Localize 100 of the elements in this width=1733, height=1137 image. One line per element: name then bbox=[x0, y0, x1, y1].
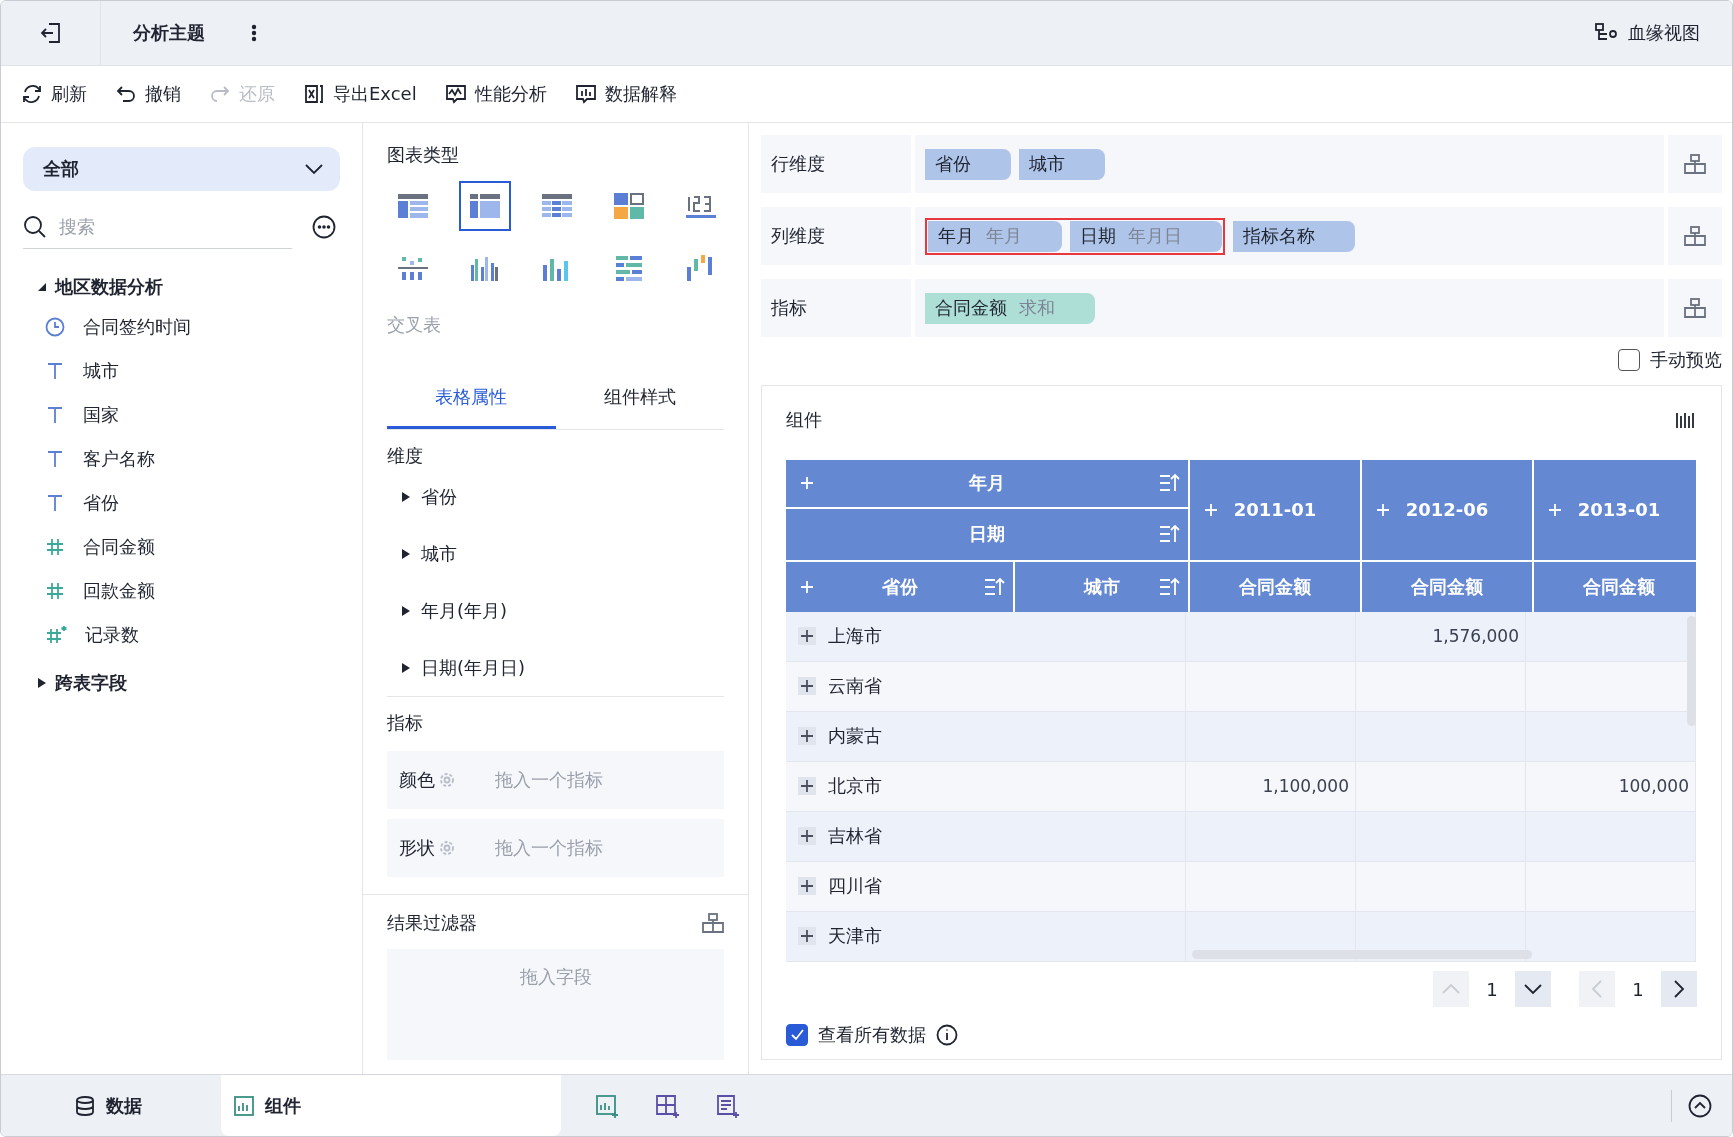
field-item[interactable]: 回款金额 bbox=[83, 579, 155, 603]
shelf-drop-area[interactable]: 省份 城市 bbox=[915, 135, 1664, 193]
property-tab[interactable]: 表格属性 bbox=[387, 367, 556, 429]
measure-chip[interactable]: 合同金额 求和 bbox=[925, 292, 1095, 324]
expand-row-button[interactable] bbox=[798, 827, 816, 846]
search-field[interactable]: 搜索 bbox=[57, 215, 237, 238]
toolbar-button[interactable]: 数据解释 bbox=[574, 82, 677, 106]
header-cell: 2011-01 bbox=[1190, 459, 1360, 560]
row-page-number: 1 bbox=[1485, 978, 1499, 1000]
property-tab[interactable]: 组件样式 bbox=[555, 367, 724, 429]
toolbar-button[interactable]: 导出Excel bbox=[303, 82, 417, 106]
expand-row-button[interactable] bbox=[798, 627, 816, 646]
bottom-tab[interactable]: 数据 bbox=[1, 1075, 221, 1136]
shelf-settings-button[interactable] bbox=[1668, 135, 1722, 193]
chevron-down-icon bbox=[1523, 983, 1543, 995]
dimension-item[interactable]: 省份 bbox=[421, 484, 457, 509]
row-header-cell: 云南省 bbox=[828, 674, 882, 699]
shelf-settings-button[interactable] bbox=[1668, 207, 1722, 265]
toolbar-button[interactable]: 性能分析 bbox=[444, 82, 547, 106]
field-item[interactable]: 客户名称 bbox=[83, 447, 155, 471]
dimension-item[interactable]: 城市 bbox=[421, 541, 457, 566]
row-header-cell: 天津市 bbox=[828, 924, 882, 949]
info-icon bbox=[936, 1024, 958, 1046]
page-down-button[interactable] bbox=[1515, 971, 1551, 1007]
row-header-cell: 四川省 bbox=[828, 874, 882, 899]
vertical-dots-icon bbox=[251, 24, 257, 42]
expand-row-button[interactable] bbox=[798, 777, 816, 796]
manual-preview-checkbox[interactable]: 手动预览 bbox=[1618, 348, 1722, 372]
collapse-triangle-icon[interactable] bbox=[37, 282, 47, 292]
plus-icon bbox=[800, 829, 814, 844]
toolbar-button[interactable]: 刷新 bbox=[21, 82, 87, 106]
expand-row-button[interactable] bbox=[798, 727, 816, 746]
tree-group-label[interactable]: 地区数据分析 bbox=[55, 275, 163, 299]
shelf-drop-area[interactable]: 合同金额 求和 bbox=[915, 279, 1664, 337]
field-item[interactable]: 记录数 bbox=[85, 623, 139, 647]
field-item[interactable]: 合同金额 bbox=[83, 535, 155, 559]
measure-slot[interactable]: 形状 拖入一个指标 bbox=[387, 819, 724, 877]
exit-arrow-icon bbox=[38, 21, 63, 45]
refresh-icon bbox=[21, 83, 43, 105]
page-right-button[interactable] bbox=[1661, 971, 1697, 1007]
chevron-right-icon bbox=[1673, 979, 1685, 999]
bar-chart-comment-icon bbox=[574, 83, 597, 105]
gear-icon bbox=[439, 772, 455, 788]
hierarchy-icon bbox=[702, 913, 724, 933]
expand-row-button[interactable] bbox=[798, 877, 816, 896]
field-item[interactable]: 国家 bbox=[83, 403, 119, 427]
chevron-up-circle-icon bbox=[1688, 1093, 1712, 1118]
header-cell: 年月 bbox=[786, 459, 1188, 507]
chevron-up-icon bbox=[1441, 983, 1461, 995]
section-title: 图表类型 bbox=[387, 143, 460, 167]
expand-triangle-icon[interactable] bbox=[401, 490, 411, 503]
bottom-tab[interactable]: 组件 bbox=[221, 1075, 561, 1136]
plus-icon bbox=[800, 579, 814, 594]
scope-dropdown[interactable]: 全部 bbox=[23, 147, 340, 191]
sort-icon bbox=[1158, 473, 1180, 494]
tree-group-label[interactable]: 跨表字段 bbox=[55, 671, 127, 695]
sort-icon bbox=[1158, 524, 1180, 545]
page-title: 分析主题 bbox=[133, 21, 205, 45]
shelf-settings-button[interactable] bbox=[1668, 279, 1722, 337]
expand-triangle-icon[interactable] bbox=[401, 604, 411, 617]
expand-triangle-icon[interactable] bbox=[401, 547, 411, 560]
toolbar-button[interactable]: 撤销 bbox=[115, 82, 181, 106]
lineage-view-button[interactable]: 血缘视图 bbox=[1588, 20, 1706, 46]
shelf-drop-area[interactable]: 年月 年月 日期 年月日 指标名称 bbox=[915, 207, 1664, 265]
value-cell: 1,576,000 bbox=[1432, 626, 1519, 647]
dimension-item[interactable]: 年月(年月) bbox=[421, 598, 508, 623]
field-item[interactable]: 省份 bbox=[83, 491, 119, 515]
header-cell: 合同金额 bbox=[1534, 561, 1696, 612]
expand-row-button[interactable] bbox=[798, 927, 816, 946]
measure-slot[interactable]: 颜色 拖入一个指标 bbox=[387, 751, 724, 809]
dimension-chip[interactable]: 省份 bbox=[925, 148, 1011, 180]
field-item[interactable]: 城市 bbox=[83, 359, 119, 383]
header-cell: 城市 bbox=[1015, 561, 1188, 612]
section-title: 结果过滤器 bbox=[387, 911, 477, 935]
expand-triangle-icon[interactable] bbox=[401, 661, 411, 674]
dimension-chip[interactable]: 日期 年月日 bbox=[1070, 220, 1222, 252]
bar-chart-icon bbox=[233, 1094, 255, 1117]
plus-icon bbox=[800, 679, 814, 694]
field-item[interactable]: 合同签约时间 bbox=[83, 315, 191, 339]
text-type-icon bbox=[45, 405, 65, 425]
hierarchy-icon bbox=[1684, 298, 1706, 318]
expand-triangle-icon[interactable] bbox=[37, 677, 47, 689]
vertical-scrollbar[interactable] bbox=[1687, 615, 1696, 726]
value-cell: 1,100,000 bbox=[1262, 776, 1349, 797]
dimension-chip[interactable]: 指标名称 bbox=[1233, 220, 1355, 252]
add-list-icon bbox=[715, 1093, 741, 1118]
chevron-down-icon bbox=[304, 163, 324, 175]
hierarchy-icon bbox=[1684, 154, 1706, 174]
card-grid-icon bbox=[612, 191, 646, 221]
hash-icon bbox=[45, 537, 65, 557]
sort-icon bbox=[983, 576, 1005, 597]
dimension-chip[interactable]: 年月 年月 bbox=[928, 220, 1062, 252]
expand-row-button[interactable] bbox=[798, 677, 816, 696]
view-all-checkbox[interactable]: 查看所有数据 bbox=[786, 1023, 926, 1047]
dimension-item[interactable]: 日期(年月日) bbox=[421, 655, 526, 680]
hierarchy-icon bbox=[1684, 226, 1706, 246]
chart-type-button[interactable] bbox=[459, 181, 511, 231]
add-grid-icon bbox=[655, 1093, 681, 1118]
dimension-chip[interactable]: 城市 bbox=[1019, 148, 1105, 180]
clock-icon bbox=[45, 317, 65, 337]
